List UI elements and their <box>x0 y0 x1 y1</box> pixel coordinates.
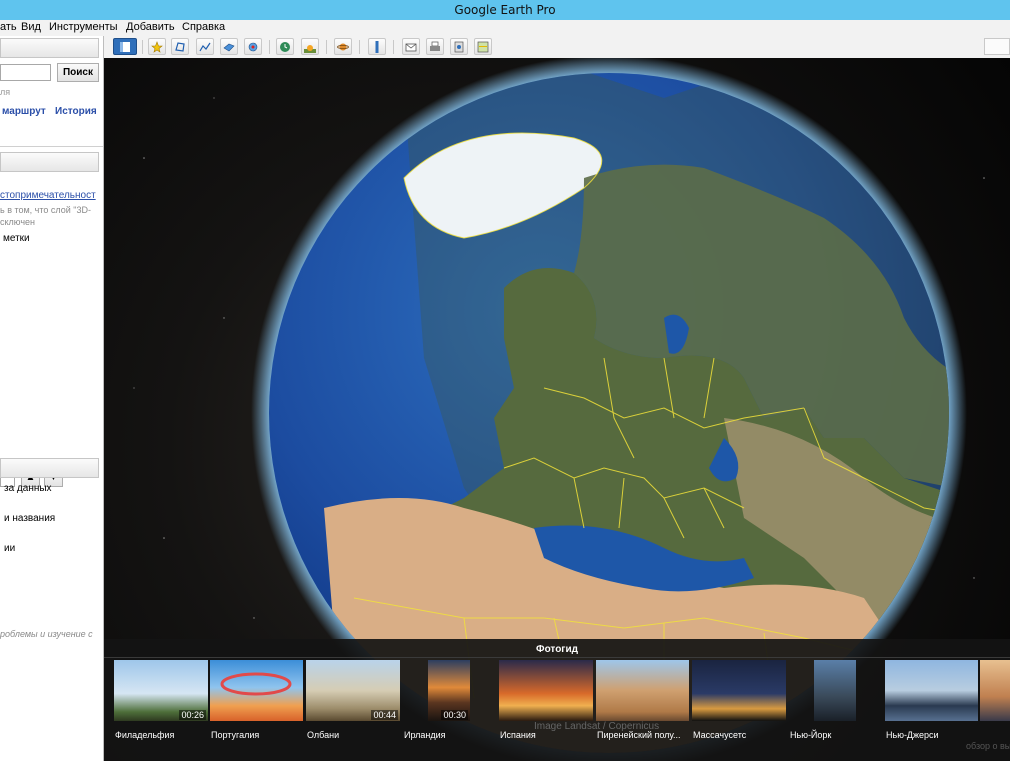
tour-label-spain[interactable]: Испания <box>500 730 536 740</box>
search-panel-header[interactable] <box>0 38 99 58</box>
sunlight-icon <box>304 45 316 53</box>
history-link[interactable]: История <box>55 106 97 117</box>
view-in-maps-button[interactable] <box>474 38 492 55</box>
layer-item-database[interactable]: за данных <box>4 483 52 494</box>
tour-guide-title: Фотогид <box>536 644 578 655</box>
placemark-icon <box>151 41 163 53</box>
search-input[interactable] <box>0 64 51 81</box>
places-note-line1: ь в том, что слой "3D- <box>0 205 91 215</box>
print-icon <box>430 41 440 51</box>
menu-tools[interactable]: Инструменты <box>49 21 118 33</box>
layers-footer-text: роблемы и изучение с <box>0 629 93 639</box>
menu-view[interactable]: Вид <box>21 21 41 33</box>
ruler-button[interactable] <box>368 38 386 55</box>
historical-imagery-icon <box>280 42 290 52</box>
planets-button[interactable] <box>334 38 352 55</box>
sightseeing-tour-link[interactable]: стопримечательност <box>0 190 96 201</box>
menu-file[interactable]: ать <box>0 21 17 33</box>
window-title: Google Earth Pro <box>0 0 1010 20</box>
search-hint: ля <box>0 87 11 97</box>
overlay-icon <box>223 43 235 52</box>
altitude-readout: обзор о высоте <box>966 741 1010 751</box>
record-tour-button[interactable] <box>244 38 262 55</box>
tour-label-new-jersey[interactable]: Нью-Джерси <box>886 730 939 740</box>
placemark-button[interactable] <box>148 38 166 55</box>
search-button[interactable]: Поиск <box>57 63 99 82</box>
tour-thumb-philadelphia[interactable]: 00:26 <box>114 660 208 721</box>
sunlight-button[interactable] <box>301 38 319 55</box>
path-button[interactable] <box>196 38 214 55</box>
places-panel-header[interactable] <box>0 152 99 172</box>
print-button[interactable] <box>426 38 444 55</box>
places-note-line2: сключен <box>0 217 36 227</box>
path-icon <box>199 42 211 52</box>
tour-thumb-spain[interactable] <box>499 660 593 721</box>
email-button[interactable] <box>402 38 420 55</box>
tour-thumb-massachusetts[interactable] <box>692 660 786 721</box>
save-image-button[interactable] <box>450 38 468 55</box>
tour-label-portugal[interactable]: Португалия <box>211 730 259 740</box>
tour-thumb-iberian[interactable] <box>596 660 689 721</box>
layer-item-lines[interactable]: ии <box>4 543 15 554</box>
menu-add[interactable]: Добавить <box>126 21 175 33</box>
my-places-item[interactable]: метки <box>3 233 30 244</box>
tour-label-ireland[interactable]: Ирландия <box>404 730 446 740</box>
tour-thumb-partial[interactable] <box>980 660 1010 721</box>
layers-panel-header[interactable] <box>0 458 99 478</box>
tour-thumb-ireland[interactable]: 00:30 <box>428 660 470 721</box>
record-tour-icon <box>248 42 258 52</box>
tour-duration: 00:44 <box>371 710 398 720</box>
layer-item-labels[interactable]: и названия <box>4 513 55 524</box>
sidebar: Поиск ля маршрут История стопримечательн… <box>0 36 104 761</box>
planets-icon <box>337 43 349 51</box>
tour-label-albany[interactable]: Олбани <box>307 730 339 740</box>
tour-label-philadelphia[interactable]: Филадельфия <box>115 730 174 740</box>
email-icon <box>405 43 417 52</box>
view-in-maps-icon <box>477 41 489 53</box>
ruler-icon <box>375 41 379 53</box>
route-link[interactable]: маршрут <box>2 106 46 117</box>
menu-help[interactable]: Справка <box>182 21 225 33</box>
sidebar-toggle-button[interactable] <box>113 38 137 55</box>
tour-label-massachusetts[interactable]: Массачусетс <box>693 730 746 740</box>
tour-guide-panel: Фотогид 00:26 00:44 00:30 Филадельфия По… <box>104 639 1010 761</box>
tour-thumb-new-jersey[interactable] <box>885 660 978 721</box>
tour-thumb-albany[interactable]: 00:44 <box>306 660 400 721</box>
sidebar-toggle-icon <box>120 42 130 52</box>
tour-thumb-new-york[interactable] <box>814 660 856 721</box>
toolbar <box>0 36 1010 59</box>
menu-bar: ать Вид Инструменты Добавить Справка <box>0 20 1010 36</box>
save-image-icon <box>454 41 464 53</box>
tour-thumb-portugal[interactable] <box>210 660 303 721</box>
imagery-attribution: Image Landsat / Copernicus <box>534 721 660 732</box>
thumb-art <box>220 672 292 696</box>
image-overlay-button[interactable] <box>220 38 238 55</box>
tour-duration: 00:30 <box>441 710 468 720</box>
polygon-button[interactable] <box>171 38 189 55</box>
historical-imagery-button[interactable] <box>276 38 294 55</box>
tour-label-new-york[interactable]: Нью-Йорк <box>790 730 831 740</box>
tour-duration: 00:26 <box>179 710 206 720</box>
toolbar-overflow[interactable] <box>984 38 1010 55</box>
polygon-icon <box>175 42 185 52</box>
